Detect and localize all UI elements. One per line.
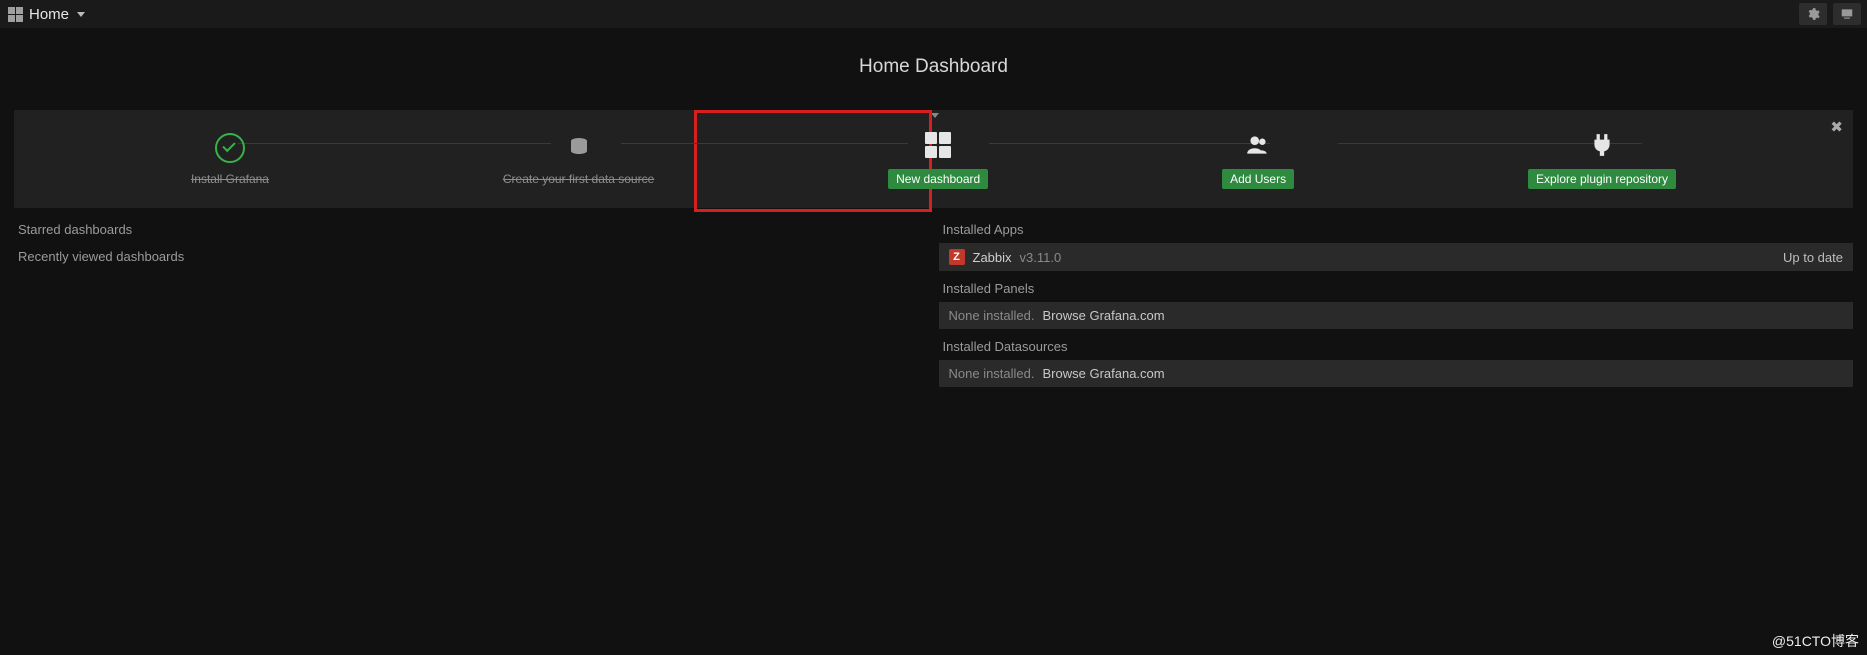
close-steps-button[interactable]: ✖ [1830, 118, 1843, 136]
steps-row: Install Grafana Create your first data s… [14, 129, 1853, 189]
new-dashboard-button[interactable]: New dashboard [888, 169, 988, 189]
tv-mode-button[interactable] [1833, 3, 1861, 25]
zabbix-icon: Z [949, 249, 965, 265]
app-row-zabbix[interactable]: Z Zabbix v3.11.0 Up to date [939, 243, 1854, 271]
breadcrumb-label: Home [29, 6, 69, 23]
right-column: Installed Apps Z Zabbix v3.11.0 Up to da… [939, 216, 1854, 391]
watermark: @51CTO博客 [1772, 631, 1859, 651]
settings-button[interactable] [1799, 3, 1827, 25]
step-label: Create your first data source [503, 172, 654, 186]
chevron-down-icon [77, 12, 85, 17]
step-create-datasource: Create your first data source [503, 132, 654, 186]
left-column: Starred dashboards Recently viewed dashb… [14, 216, 929, 391]
add-users-button[interactable]: Add Users [1222, 169, 1294, 189]
explore-plugins-button[interactable]: Explore plugin repository [1528, 169, 1676, 189]
browse-grafana-link[interactable]: Browse Grafana.com [1043, 366, 1165, 381]
users-icon [1243, 132, 1273, 158]
panels-empty-row: None installed. Browse Grafana.com [939, 302, 1854, 329]
page-title: Home Dashboard [0, 28, 1867, 110]
step-install-grafana: Install Grafana [191, 132, 269, 186]
topbar-actions [1799, 3, 1861, 25]
plug-icon [1588, 132, 1616, 158]
check-circle-icon [215, 133, 245, 163]
starred-dashboards-header: Starred dashboards [14, 216, 929, 243]
close-icon: ✖ [1830, 119, 1843, 136]
app-version: v3.11.0 [1020, 250, 1062, 265]
none-installed-text: None installed. [949, 366, 1035, 381]
app-status: Up to date [1783, 250, 1843, 265]
step-new-dashboard[interactable]: New dashboard [888, 129, 988, 189]
step-add-users[interactable]: Add Users [1222, 129, 1294, 189]
installed-apps-header: Installed Apps [939, 216, 1854, 243]
step-explore-plugins[interactable]: Explore plugin repository [1528, 129, 1676, 189]
chevron-down-icon [931, 113, 939, 118]
lower-grid: Starred dashboards Recently viewed dashb… [14, 216, 1853, 391]
datasources-empty-row: None installed. Browse Grafana.com [939, 360, 1854, 387]
browse-grafana-link[interactable]: Browse Grafana.com [1043, 308, 1165, 323]
getting-started-panel: ✖ Install Grafana Create your first data… [14, 110, 1853, 208]
installed-datasources-header: Installed Datasources [939, 333, 1854, 360]
step-connector [621, 143, 908, 144]
collapse-steps-button[interactable] [922, 110, 946, 120]
step-label: Install Grafana [191, 172, 269, 186]
dashboard-icon [8, 7, 23, 22]
topbar: Home [0, 0, 1867, 28]
dashboard-icon [925, 132, 951, 158]
recent-dashboards-header: Recently viewed dashboards [14, 243, 929, 270]
monitor-icon [1840, 7, 1854, 21]
none-installed-text: None installed. [949, 308, 1035, 323]
installed-panels-header: Installed Panels [939, 275, 1854, 302]
database-icon [567, 135, 591, 161]
app-name: Zabbix [973, 250, 1012, 265]
breadcrumb-home[interactable]: Home [6, 6, 85, 23]
gear-icon [1806, 7, 1820, 21]
